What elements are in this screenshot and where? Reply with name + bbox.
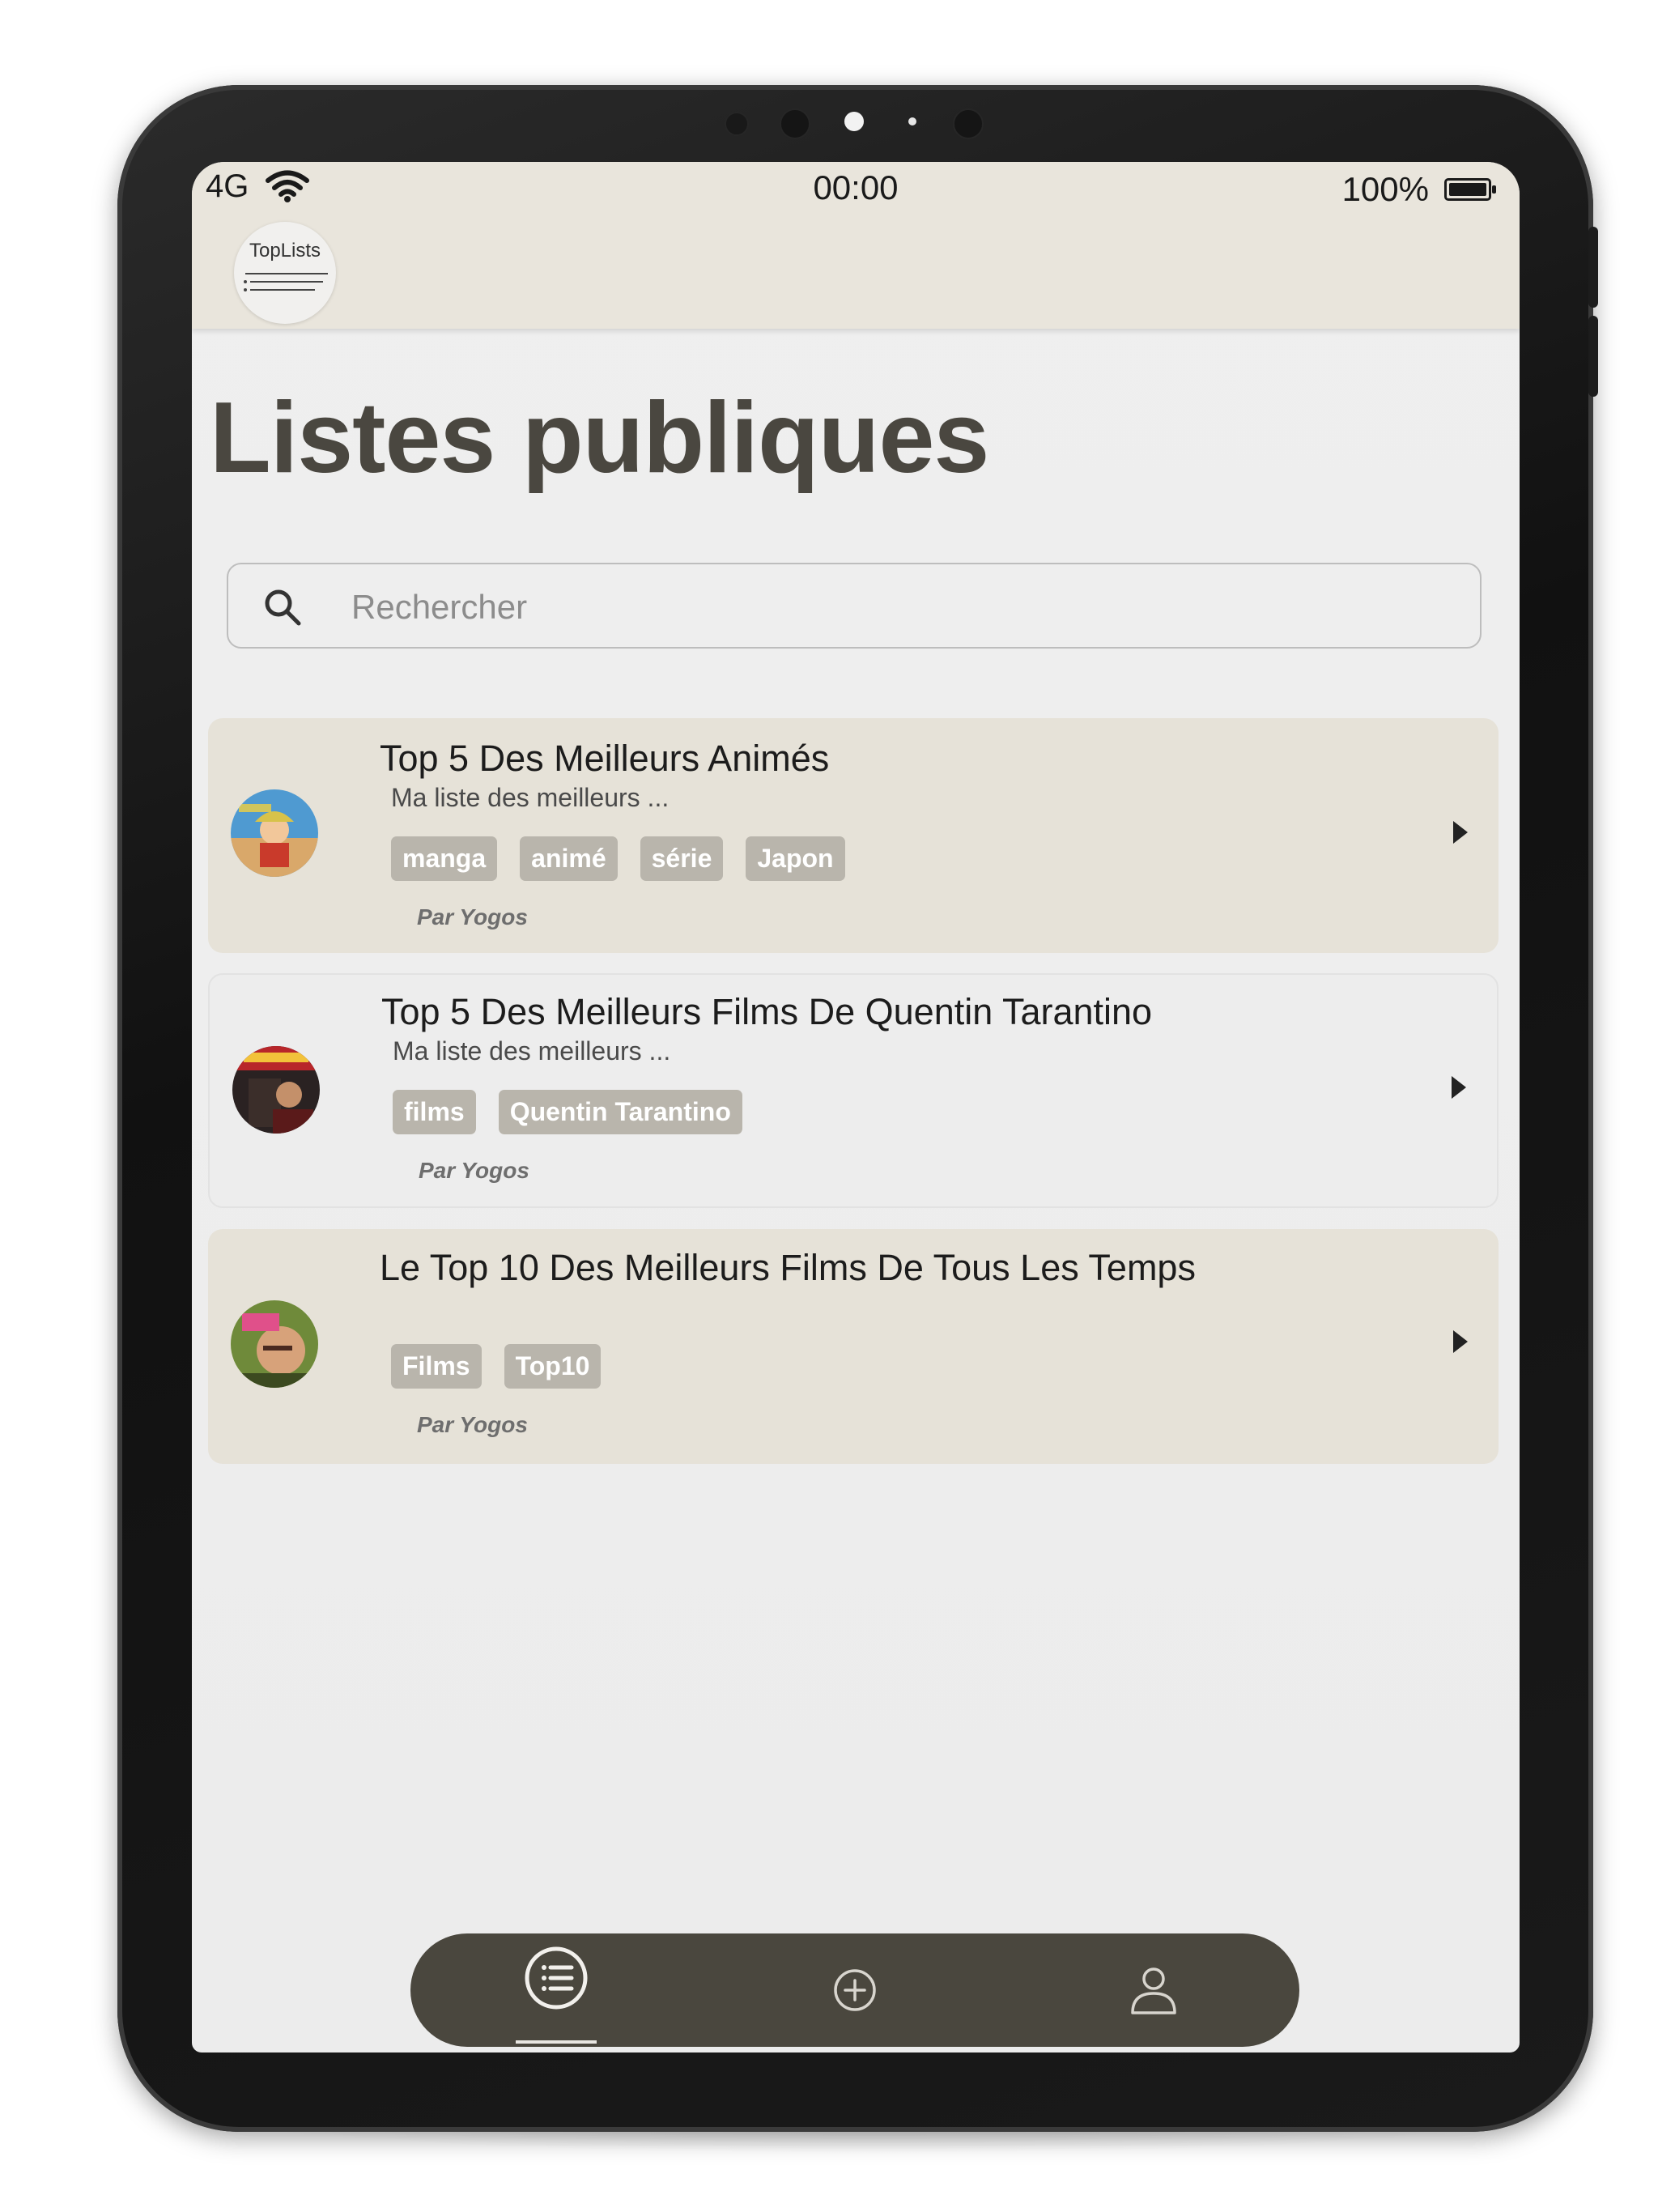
tag[interactable]: Films [391, 1344, 482, 1389]
list-title: Top 5 Des Meilleurs Films De Quentin Tar… [381, 991, 1153, 1032]
list-title: Le Top 10 Des Meilleurs Films De Tous Le… [380, 1247, 1196, 1288]
nav-add[interactable] [774, 1933, 936, 2047]
tag[interactable]: Top10 [504, 1344, 602, 1389]
list-thumbnail-anime [231, 789, 318, 877]
app-bar: 4G 00:00 100% TopLists [192, 162, 1520, 329]
nav-lists[interactable] [475, 1933, 637, 2047]
active-tab-indicator [516, 2040, 597, 2044]
tag-list: films Quentin Tarantino [393, 1090, 742, 1134]
front-camera-icon [844, 112, 864, 131]
list-card[interactable]: Le Top 10 Des Meilleurs Films De Tous Le… [208, 1229, 1499, 1464]
list-author: Par Yogos [419, 1158, 529, 1183]
chevron-right-icon[interactable] [1452, 1076, 1466, 1099]
camera-lens-icon [953, 108, 984, 139]
tag[interactable]: animé [520, 836, 618, 881]
tag[interactable]: Quentin Tarantino [498, 1090, 742, 1134]
tag[interactable]: manga [391, 836, 498, 881]
volume-up-button [1588, 227, 1598, 308]
list-title: Top 5 Des Meilleurs Animés [380, 738, 830, 779]
add-circle-icon [834, 1969, 876, 2011]
search-input[interactable] [350, 581, 1405, 634]
tag[interactable]: films [393, 1090, 476, 1134]
tag-list: manga animé série Japon [391, 836, 845, 881]
nav-profile[interactable] [1073, 1933, 1235, 2047]
list-icon [525, 1946, 588, 2010]
screen: 4G 00:00 100% TopLists Listes publiques [192, 162, 1520, 2052]
sensor-icon [725, 112, 749, 136]
tag-list: Films Top10 [391, 1344, 602, 1389]
user-icon [1131, 1967, 1176, 2014]
chevron-right-icon[interactable] [1453, 821, 1468, 844]
list-lines-icon [244, 273, 328, 291]
logo-text: TopLists [249, 240, 321, 262]
list-card[interactable]: Top 5 Des Meilleurs Films De Quentin Tar… [208, 973, 1499, 1208]
list-thumbnail-pulp-fiction [232, 1046, 320, 1134]
list-thumbnail-fight-club [231, 1300, 318, 1388]
indicator-light-icon [908, 117, 916, 125]
list-author: Par Yogos [417, 904, 528, 929]
status-bar: 4G 00:00 100% [192, 162, 1520, 211]
list-description: Ma liste des meilleurs ... [393, 1036, 671, 1066]
page-title: Listes publiques [210, 382, 989, 494]
bottom-navigation [410, 1933, 1299, 2047]
chevron-right-icon[interactable] [1453, 1330, 1468, 1353]
list-author: Par Yogos [417, 1412, 528, 1437]
battery-icon [1444, 178, 1496, 201]
app-logo[interactable]: TopLists [234, 222, 336, 324]
tag[interactable]: série [640, 836, 724, 881]
camera-bar [725, 105, 1000, 139]
volume-down-button [1588, 316, 1598, 397]
clock: 00:00 [813, 168, 899, 206]
list-description: Ma liste des meilleurs ... [391, 783, 670, 812]
search-box[interactable] [227, 563, 1482, 649]
camera-lens-icon [780, 108, 810, 139]
battery-percentage: 100% [1341, 170, 1429, 208]
search-icon [265, 589, 301, 626]
tag[interactable]: Japon [746, 836, 845, 881]
list-card[interactable]: Top 5 Des Meilleurs Animés Ma liste des … [208, 718, 1499, 953]
